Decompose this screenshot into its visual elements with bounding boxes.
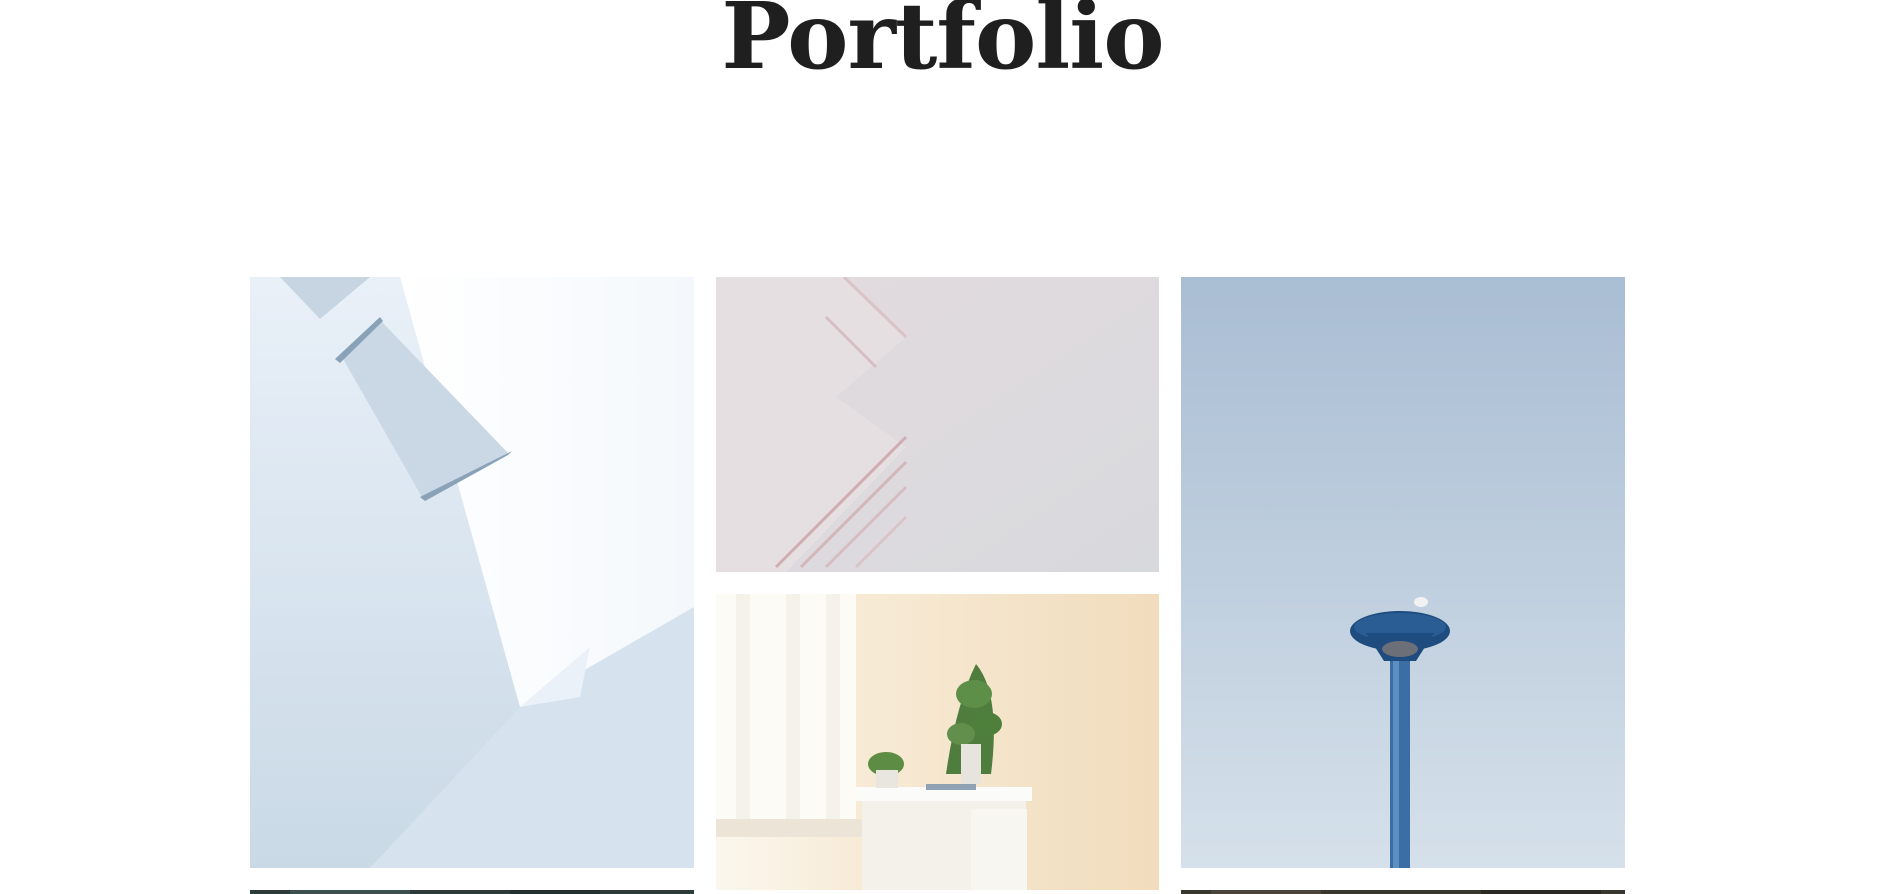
- partial-image-2: [1181, 890, 1625, 894]
- desk-interior-image: [716, 594, 1159, 890]
- gallery-item-architecture[interactable]: [250, 277, 694, 868]
- folded-paper-image: [716, 277, 1159, 572]
- gallery-item-partial-2[interactable]: [1181, 890, 1625, 894]
- street-lamp-image: [1181, 277, 1625, 868]
- architecture-image: [250, 277, 694, 868]
- partial-image-1: [250, 890, 694, 894]
- page-title: Portfolio: [721, 0, 1164, 90]
- gallery-item-folded-paper[interactable]: [716, 277, 1159, 572]
- gallery-item-partial-1[interactable]: [250, 890, 694, 894]
- gallery-item-desk-interior[interactable]: [716, 594, 1159, 890]
- gallery-item-street-lamp[interactable]: [1181, 277, 1625, 868]
- portfolio-page: Portfolio: [0, 0, 1885, 894]
